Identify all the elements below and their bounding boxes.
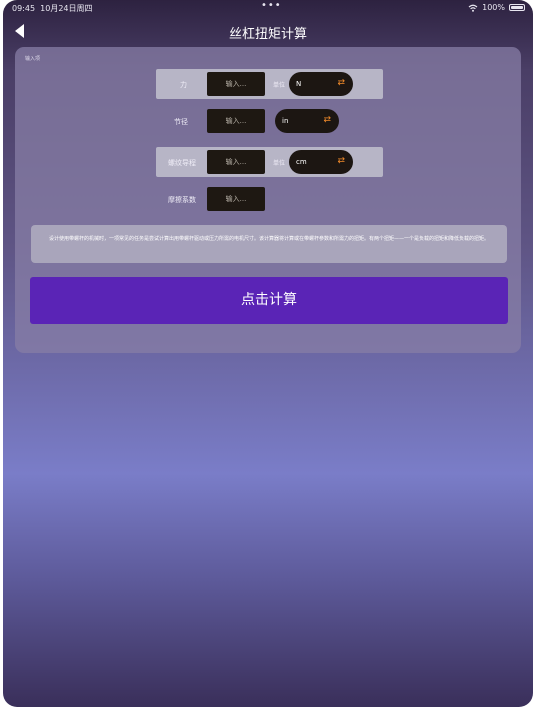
pitch-unit-select[interactable]: in ⇄ [275,109,339,133]
swap-arrows-icon: ⇄ [337,156,345,166]
device-screen: 09:45 10月24日周四 ••• 100% 丝杠扭矩计算 输入项 力 输入.… [3,0,533,707]
force-row: 力 输入... 单位 N ⇄ [156,69,383,99]
status-right: 100% [468,3,525,12]
force-input[interactable]: 输入... [207,72,265,96]
lead-unit-label: 单位 [273,160,286,167]
multitasking-dots[interactable]: ••• [261,0,282,11]
battery-percent: 100% [482,3,505,12]
navigation-bar: 丝杠扭矩计算 [3,18,533,46]
pitch-row: 节径 输入... in ⇄ [156,106,383,136]
status-bar: 09:45 10月24日周四 ••• 100% [3,0,533,14]
lead-input[interactable]: 输入... [207,150,265,174]
calculate-button[interactable]: 点击计算 [30,277,508,324]
lead-unit-value: cm [296,158,307,166]
swap-arrows-icon: ⇄ [323,115,331,125]
battery-icon [509,4,525,11]
force-unit-select[interactable]: N ⇄ [289,72,353,96]
lead-row: 螺纹导程 输入... 单位 cm ⇄ [156,147,383,177]
page-title: 丝杠扭矩计算 [228,27,307,42]
pitch-unit-value: in [282,117,289,125]
force-label: 力 [180,81,187,89]
friction-input[interactable]: 输入... [207,187,265,211]
description-text: 设计使用带螺杆的机械时，一项常见的任务是尝试计算出用带螺杆驱动或压力所需的电机尺… [31,225,507,263]
status-time: 09:45 10月24日周四 [12,4,93,13]
section-label: 输入项 [25,56,41,62]
friction-label: 摩擦系数 [168,196,196,204]
swap-arrows-icon: ⇄ [337,78,345,88]
pitch-label: 节径 [174,118,188,126]
input-panel: 输入项 力 输入... 单位 N ⇄ 节径 输入... in ⇄ 螺纹导程 输入… [15,47,521,353]
pitch-input[interactable]: 输入... [207,109,265,133]
lead-unit-select[interactable]: cm ⇄ [289,150,353,174]
force-unit-value: N [296,80,302,88]
lead-label: 螺纹导程 [168,159,196,167]
friction-row: 摩擦系数 输入... [156,184,383,214]
force-unit-label: 单位 [273,82,286,89]
wifi-icon [468,4,478,12]
